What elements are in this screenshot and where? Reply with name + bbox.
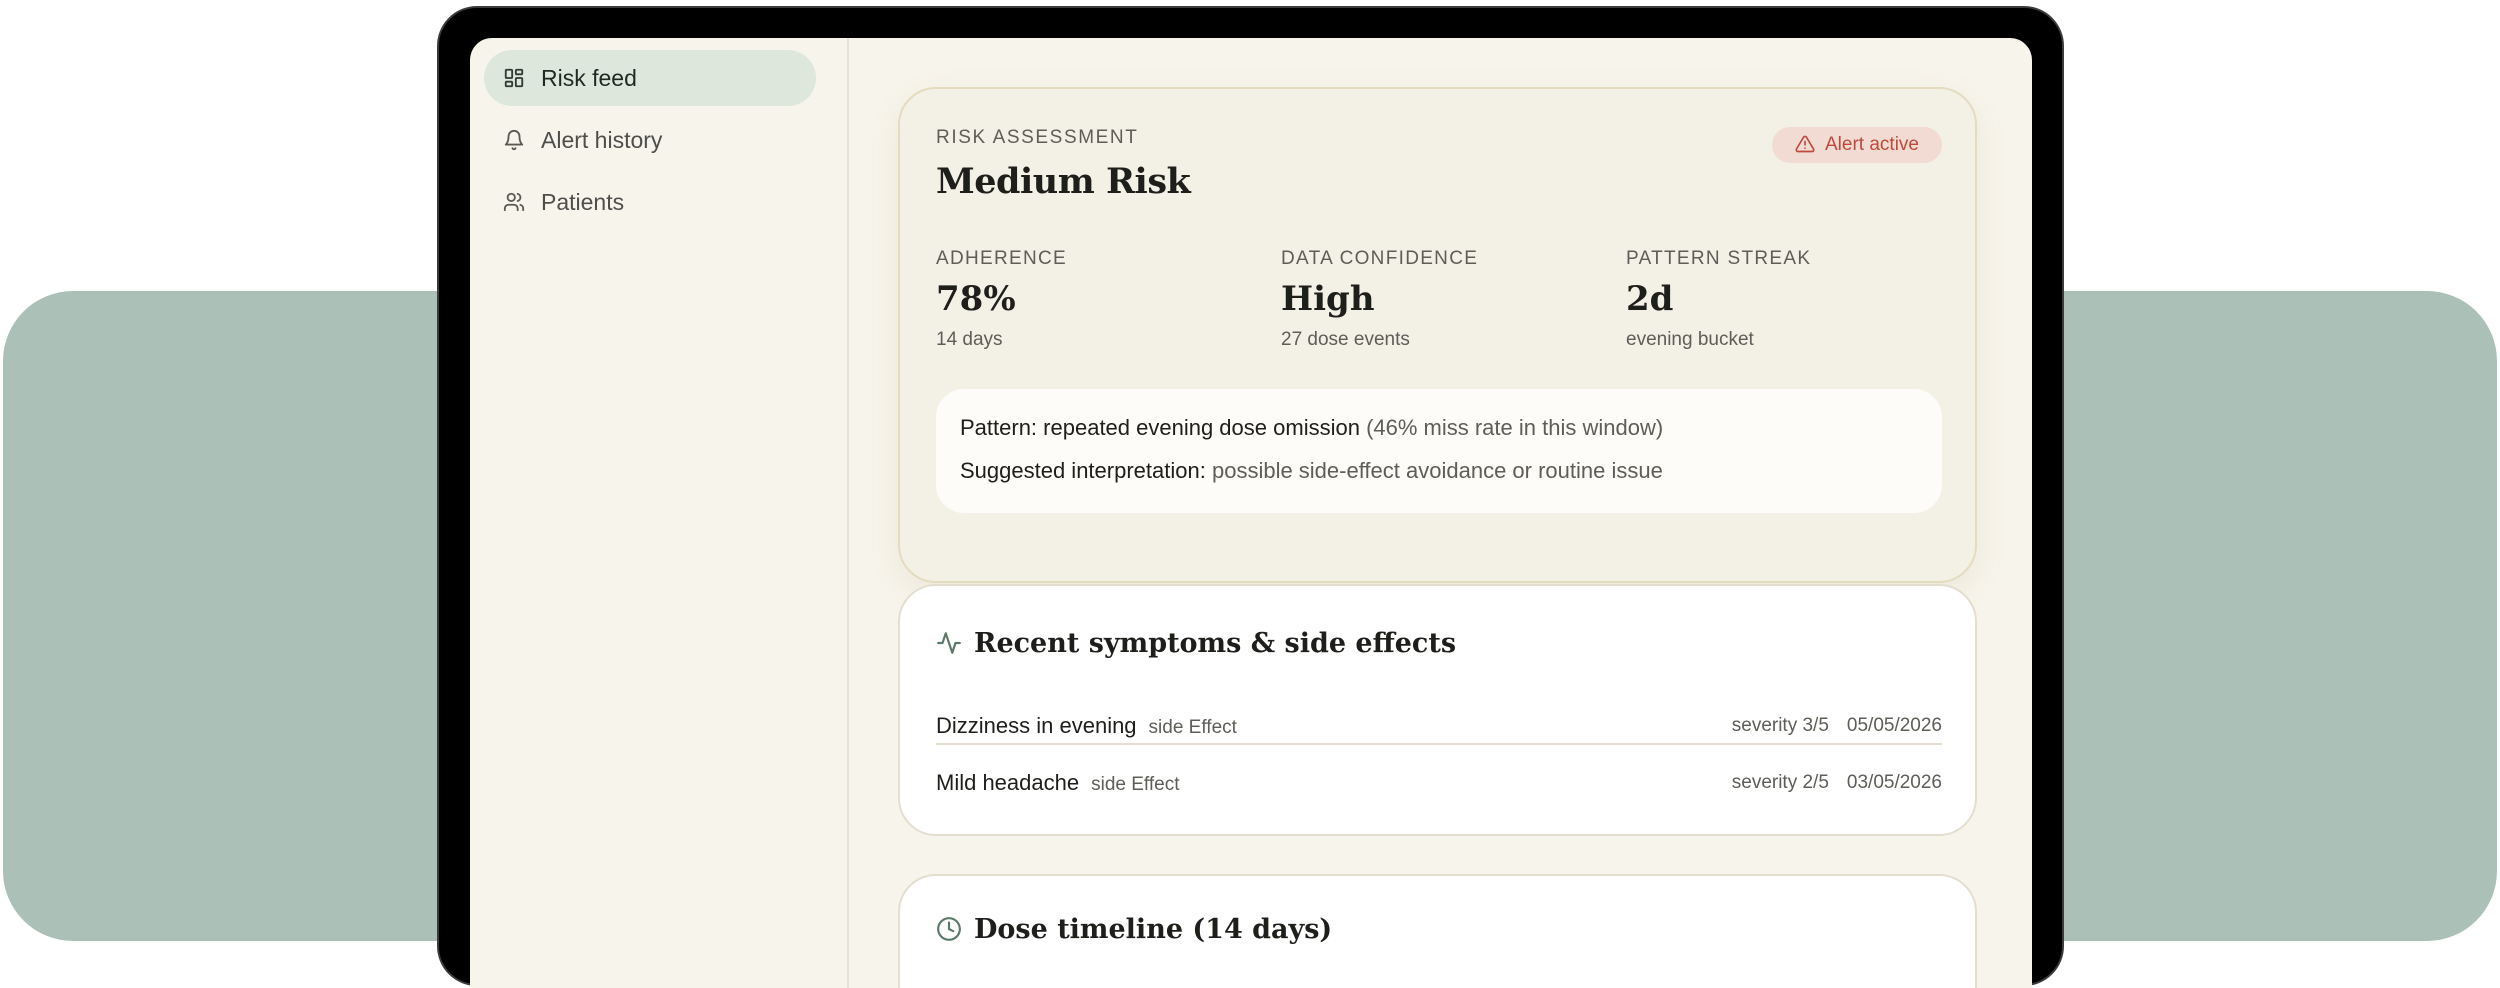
metric-value-streak: 2d [1626,279,1674,319]
metric-sub-confidence: 27 dose events [1281,329,1410,350]
alert-status-label: Alert active [1825,134,1919,155]
bell-icon [501,127,527,153]
risk-overline: RISK ASSESSMENT [936,127,1139,148]
symptoms-header: Recent symptoms & side effects [936,628,1456,659]
sidebar-item-label: Patients [541,188,625,215]
alert-status-badge[interactable]: Alert active [1772,127,1942,163]
dose-timeline-title: Dose timeline (14 days) [974,914,1333,945]
interpretation-line: Suggested interpretation: possible side-… [960,458,1663,484]
risk-level-title: Medium Risk [936,161,1191,202]
sidebar-item-label: Risk feed [541,64,637,91]
metric-sub-adherence: 14 days [936,329,1003,350]
users-icon [501,189,527,215]
symptom-severity: severity 3/5 [1731,715,1829,736]
app-screen: Risk feed Alert history Patients RISK AS… [470,38,2032,988]
metric-sub-streak: evening bucket [1626,329,1754,350]
pattern-line: Pattern: repeated evening dose omission … [960,415,1663,441]
list-item[interactable]: Dizziness in evening side Effect severit… [936,698,1942,754]
sidebar-item-alert-history[interactable]: Alert history [484,112,816,168]
interpretation-label: Suggested interpretation: [960,458,1206,483]
risk-assessment-card: RISK ASSESSMENT Medium Risk Alert active… [898,87,1977,583]
list-item[interactable]: Mild headache side Effect severity 2/5 0… [936,755,1942,811]
symptom-type: side Effect [1148,716,1237,738]
warning-icon [1795,134,1817,156]
pattern-note: (46% miss rate in this window) [1366,415,1664,440]
symptom-date: 03/05/2026 [1846,772,1942,793]
symptom-name: Dizziness in evening [936,713,1137,738]
metric-label-confidence: DATA CONFIDENCE [1281,248,1479,269]
row-divider [936,743,1942,745]
sidebar-item-label: Alert history [541,126,663,153]
symptom-severity: severity 2/5 [1731,772,1829,793]
clock-icon [936,916,964,944]
symptom-date: 05/05/2026 [1846,715,1942,736]
symptoms-title: Recent symptoms & side effects [974,628,1457,659]
sidebar: Risk feed Alert history Patients [470,38,849,988]
dashboard-icon [501,65,527,91]
activity-icon [936,630,964,658]
symptom-name: Mild headache [936,770,1080,795]
pattern-text: repeated evening dose omission [1043,415,1360,440]
pattern-label: Pattern: [960,415,1038,440]
metric-value-adherence: 78% [936,279,1016,319]
interpretation-text: possible side-effect avoidance or routin… [1211,458,1663,483]
metric-label-streak: PATTERN STREAK [1626,248,1812,269]
symptom-type: side Effect [1091,773,1180,795]
pattern-summary-box: Pattern: repeated evening dose omission … [936,389,1942,513]
dose-timeline-header: Dose timeline (14 days) [936,914,1332,945]
metric-label-adherence: ADHERENCE [936,248,1067,269]
symptoms-card: Recent symptoms & side effects Dizziness… [898,584,1977,836]
sidebar-item-patients[interactable]: Patients [484,174,816,230]
metric-value-confidence: High [1281,279,1375,319]
dose-timeline-card: Dose timeline (14 days) [898,874,1977,988]
sidebar-item-risk-feed[interactable]: Risk feed [484,50,816,106]
